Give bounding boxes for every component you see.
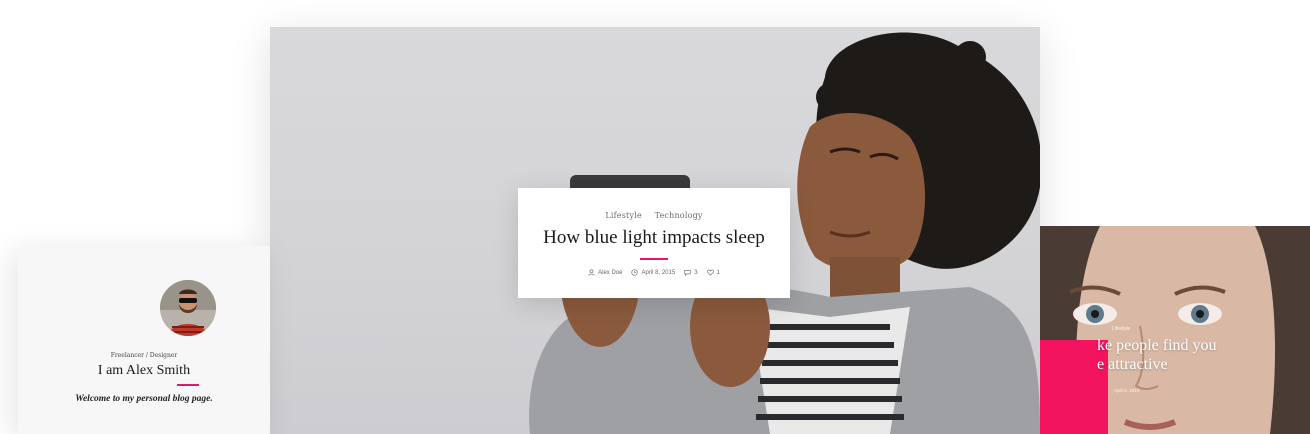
- profile-card: Freelancer / Designer I am Alex Smith We…: [18, 246, 270, 434]
- post-card[interactable]: Lifestyle Technology How blue light impa…: [518, 188, 790, 298]
- post-date: April 8, 2015: [631, 269, 675, 276]
- secondary-title-line-1: ke people find you: [1097, 337, 1217, 354]
- secondary-post-title[interactable]: ke people find you e attractive: [1097, 336, 1307, 374]
- profile-name: I am Alex Smith: [97, 363, 191, 378]
- post-meta: Alex Doe April 8, 2015 3 1: [518, 269, 790, 276]
- title-accent-divider: [640, 258, 668, 260]
- post-title[interactable]: How blue light impacts sleep: [518, 227, 790, 249]
- avatar[interactable]: [160, 280, 216, 336]
- category-link-technology[interactable]: Technology: [655, 211, 703, 220]
- heart-icon: [706, 269, 714, 276]
- category-link-lifestyle[interactable]: Lifestyle: [605, 211, 642, 220]
- post-comments[interactable]: 3: [684, 269, 698, 276]
- secondary-post-meta: April 8, 2015: [1114, 388, 1140, 393]
- post-author[interactable]: Alex Doe: [588, 269, 622, 276]
- user-icon: [588, 269, 595, 276]
- profile-accent-divider: [177, 384, 199, 386]
- comment-icon: [684, 270, 691, 276]
- likes-count: 1: [716, 269, 720, 276]
- profile-welcome-text: Welcome to my personal blog page.: [75, 394, 213, 404]
- featured-post-hero[interactable]: Lifestyle Technology How blue light impa…: [270, 27, 1040, 434]
- secondary-post-category[interactable]: Lifestyle: [1112, 326, 1130, 332]
- author-name: Alex Doe: [598, 269, 623, 276]
- post-categories: Lifestyle Technology: [518, 211, 790, 220]
- secondary-title-line-2: e attractive: [1097, 356, 1168, 373]
- profile-role: Freelancer / Designer: [110, 352, 178, 359]
- post-likes[interactable]: 1: [706, 269, 720, 276]
- avatar-photo: [160, 280, 216, 336]
- comments-count: 3: [694, 269, 698, 276]
- clock-icon: [631, 269, 639, 276]
- date-text: April 8, 2015: [641, 269, 676, 276]
